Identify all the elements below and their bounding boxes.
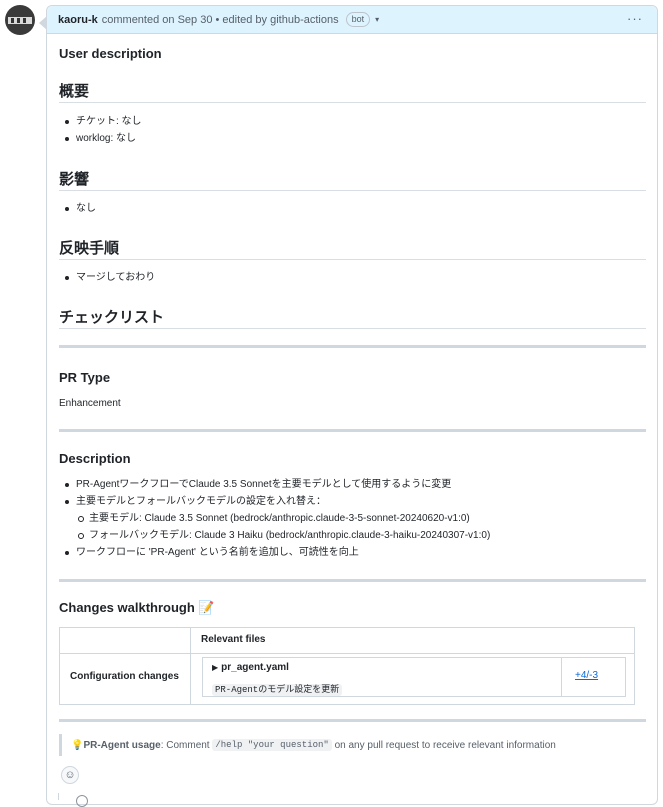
description-list: PR-AgentワークフローでClaude 3.5 Sonnetを主要モデルとし… xyxy=(59,476,490,561)
list-item: PR-AgentワークフローでClaude 3.5 Sonnetを主要モデルとし… xyxy=(59,476,490,493)
comment-card: kaoru-k commented on Sep 30 • edited by … xyxy=(39,5,658,805)
apply-heading: 反映手順 xyxy=(59,240,120,257)
file-description: PR-Agentのモデル設定を更新 xyxy=(212,684,343,696)
list-item: チケット: なし xyxy=(59,113,142,130)
comment-meta[interactable]: commented on Sep 30 • edited by github-a… xyxy=(102,14,339,26)
apply-list: マージしておわり xyxy=(59,269,155,286)
divider xyxy=(59,102,646,103)
memo-icon: 📝 xyxy=(198,600,215,615)
timeline-dot xyxy=(76,795,88,807)
lightbulb-icon: 💡 xyxy=(71,739,84,751)
chevron-down-icon[interactable]: ▾ xyxy=(375,15,379,24)
file-name[interactable]: pr_agent.yaml xyxy=(221,662,289,673)
walkthrough-heading: Changes walkthrough 📝 xyxy=(59,600,215,616)
user-description-heading: User description xyxy=(59,46,162,61)
divider xyxy=(59,190,646,191)
section-separator xyxy=(59,429,646,432)
list-item: 主要モデルとフォールバックモデルの設定を入れ替え： xyxy=(59,493,490,510)
list-item: ワークフローに 'PR-Agent' という名前を追加し、可読性を向上 xyxy=(59,544,490,561)
impact-heading: 影響 xyxy=(59,171,90,188)
relevant-files-header: Relevant files xyxy=(201,634,266,645)
diff-link[interactable]: +4/-3 xyxy=(575,670,598,681)
section-separator xyxy=(59,579,646,582)
file-summary[interactable]: ▶ pr_agent.yaml xyxy=(212,662,289,673)
list-item: フォールバックモデル: Claude 3 Haiku (bedrock/anth… xyxy=(59,527,490,544)
impact-list: なし xyxy=(59,200,96,217)
pr-type-value: Enhancement xyxy=(59,398,121,409)
author-avatar[interactable] xyxy=(5,5,35,35)
description-heading: Description xyxy=(59,451,131,466)
section-separator xyxy=(59,345,646,348)
usage-command: /help "your question" xyxy=(212,739,332,751)
list-item: なし xyxy=(59,200,96,217)
timeline-line xyxy=(58,793,59,800)
divider xyxy=(59,328,646,329)
usage-text-before: : Comment xyxy=(160,739,213,751)
usage-text-after: on any pull request to receive relevant … xyxy=(331,739,556,751)
pr-type-heading: PR Type xyxy=(59,370,111,385)
list-item: 主要モデル: Claude 3.5 Sonnet (bedrock/anthro… xyxy=(59,510,490,527)
overview-heading: 概要 xyxy=(59,83,90,100)
bot-badge: bot xyxy=(345,12,371,27)
comment-author[interactable]: kaoru-k xyxy=(58,14,98,26)
more-options-icon[interactable]: ··· xyxy=(627,11,643,26)
usage-label: PR-Agent usage xyxy=(83,739,161,751)
configuration-changes-label: Configuration changes xyxy=(70,671,179,682)
add-reaction-icon[interactable]: ☺ xyxy=(61,766,79,784)
list-item: マージしておわり xyxy=(59,269,155,286)
file-entry: ▶ pr_agent.yaml PR-Agentのモデル設定を更新 +4/-3 xyxy=(202,657,626,697)
divider xyxy=(59,259,646,260)
overview-list: チケット: なし worklog: なし xyxy=(59,113,142,147)
usage-note: 💡 PR-Agent usage : Comment /help "your q… xyxy=(59,734,556,756)
walkthrough-title: Changes walkthrough xyxy=(59,600,195,615)
list-item: worklog: なし xyxy=(59,130,142,147)
comment-header: kaoru-k commented on Sep 30 • edited by … xyxy=(47,6,657,34)
expand-triangle-icon[interactable]: ▶ xyxy=(212,663,218,672)
changes-table: Relevant files Configuration changes ▶ pr… xyxy=(59,627,635,705)
section-separator xyxy=(59,719,646,722)
checklist-heading: チェックリスト xyxy=(59,309,165,326)
